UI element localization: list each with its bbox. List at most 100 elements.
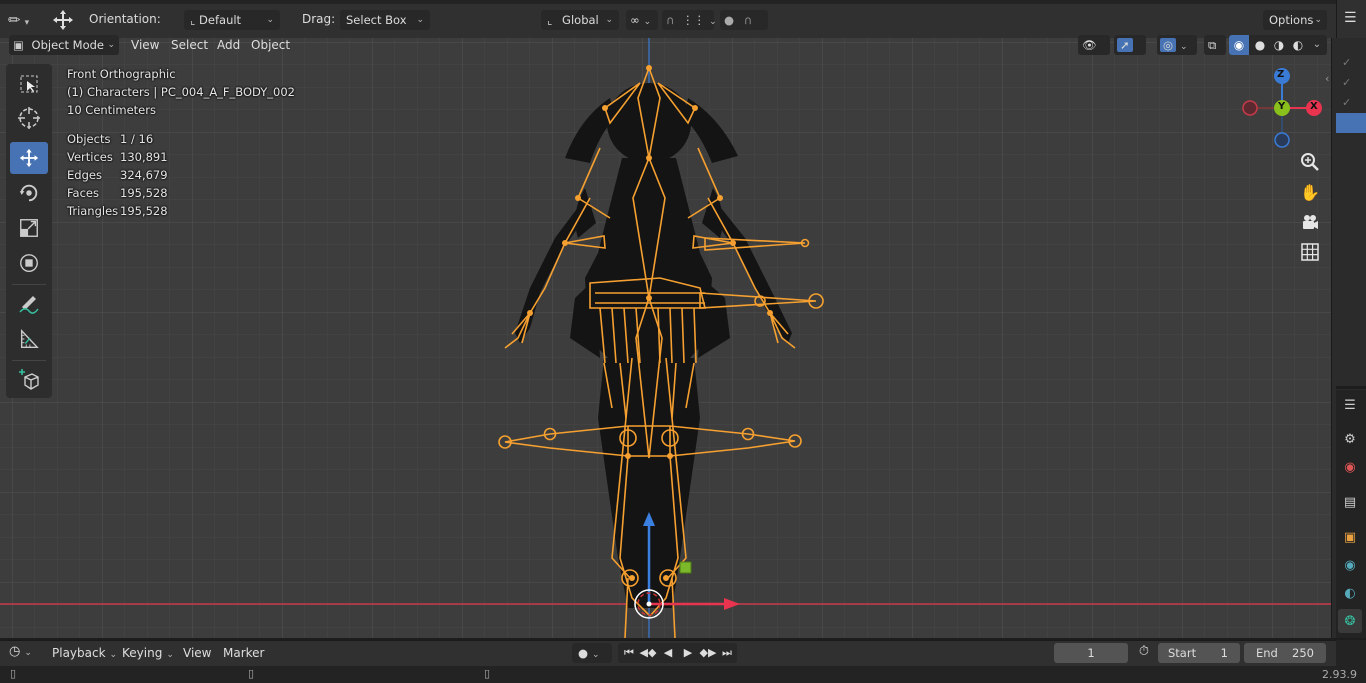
collection-icon[interactable]: ▤: [1338, 490, 1362, 514]
jump-end-icon[interactable]: ⏭: [718, 643, 736, 663]
cursor-tool[interactable]: [10, 102, 48, 134]
scale-icon: [20, 219, 38, 237]
rotate-tool[interactable]: [10, 177, 48, 209]
timeline-playback-menu[interactable]: Playback ⌄: [46, 642, 123, 666]
gizmo-toggle[interactable]: ➚: [1114, 35, 1146, 55]
outliner-selected-row[interactable]: [1336, 113, 1366, 133]
move-icon[interactable]: [50, 7, 76, 33]
stat-faces-value: 195,528: [120, 186, 168, 200]
outliner-filter-icon[interactable]: ☰: [1344, 10, 1357, 26]
camera-icon[interactable]: [1296, 208, 1324, 236]
stat-vertices-label: Vertices: [67, 150, 113, 164]
stat-triangles-label: Triangles: [67, 204, 119, 218]
physics-icon[interactable]: ◐: [1338, 581, 1362, 605]
wireframe-shading-icon[interactable]: ◉: [1229, 35, 1249, 55]
status-bar: [0, 666, 1366, 683]
drag-dropdown[interactable]: Select Box ⌄: [340, 10, 430, 30]
zoom-icon[interactable]: [1296, 148, 1324, 176]
editor-type-icon[interactable]: ✏ ▾: [8, 9, 40, 31]
record-icon: ●: [578, 646, 589, 660]
view-name: Front Orthographic: [67, 67, 176, 81]
chevron-down-icon: ⌄: [166, 650, 174, 660]
solid-shading-icon[interactable]: ●: [1250, 35, 1270, 55]
hand-icon[interactable]: ✋: [1296, 178, 1324, 206]
outliner-expand-icon[interactable]: ‹: [1325, 72, 1329, 85]
select-box-tool[interactable]: [10, 68, 48, 100]
version-label: 2.93.9: [1322, 668, 1357, 681]
global-axis-icon: ⌞: [547, 13, 553, 27]
jump-start-icon[interactable]: ⏮: [620, 643, 638, 663]
transform-orientation-dropdown[interactable]: ⌞ Global ⌄: [541, 10, 619, 30]
move-tool[interactable]: [10, 142, 48, 174]
overlay-icon: ◎: [1160, 38, 1177, 52]
mouse-middle-icon: ▯: [248, 667, 255, 680]
eye-icon: 👁: [1082, 38, 1097, 52]
mouse-left-icon: ▯: [10, 667, 17, 680]
material-shading-icon[interactable]: ◑: [1269, 35, 1289, 55]
proportional-edit-dropdown[interactable]: ● ∩: [720, 10, 768, 30]
pivot-point-dropdown[interactable]: ∞ ⌄: [626, 10, 658, 30]
timeline-keying-menu[interactable]: Keying ⌄: [116, 642, 180, 666]
next-keyframe-icon[interactable]: ◆▶: [698, 643, 718, 663]
shading-options-icon[interactable]: ⌄: [1308, 35, 1326, 55]
overlay-toggle[interactable]: ◎ ⌄: [1157, 35, 1197, 55]
outliner-row-icon[interactable]: ✓: [1342, 76, 1351, 89]
menu-add[interactable]: Add: [211, 34, 246, 56]
orientation-dropdown[interactable]: ⌞ Default ⌄: [184, 10, 280, 30]
transform-icon: [20, 254, 38, 272]
snapping-dropdown[interactable]: ∩ ⋮⋮ ⌄: [662, 10, 717, 30]
gizmo-y-label: Y: [1278, 101, 1286, 112]
chevron-down-icon: ⌄: [1180, 42, 1188, 52]
outliner-row-icon[interactable]: ✓: [1342, 96, 1351, 109]
xray-toggle[interactable]: ⧉: [1204, 35, 1226, 55]
modifier-icon[interactable]: ◉: [1338, 553, 1362, 577]
outliner-row-icon[interactable]: ✓: [1342, 56, 1351, 69]
annotate-tool[interactable]: [10, 288, 48, 320]
snap-target-icon: ⋮⋮: [682, 13, 706, 27]
stat-vertices-value: 130,891: [120, 150, 168, 164]
object-icon[interactable]: ▣: [1338, 525, 1362, 549]
xray-icon: ⧉: [1208, 38, 1217, 52]
scale-tool[interactable]: [10, 212, 48, 244]
transform-tool[interactable]: [10, 247, 48, 279]
gizmo-z-label: Z: [1277, 69, 1285, 80]
mouse-right-icon: ▯: [484, 667, 491, 680]
stat-objects-label: Objects: [67, 132, 111, 146]
measure-icon: [20, 329, 39, 348]
current-frame-field[interactable]: 1: [1054, 643, 1128, 663]
gizmo-plane-handle: [679, 561, 692, 574]
timeline-marker-menu[interactable]: Marker: [217, 642, 270, 664]
visibility-dropdown[interactable]: 👁: [1078, 35, 1110, 55]
stopwatch-icon[interactable]: ⏱: [1134, 644, 1154, 662]
grid-icon[interactable]: [1296, 238, 1324, 266]
3d-viewport[interactable]: Front Orthographic (1) Characters | PC_0…: [0, 38, 1331, 638]
prev-keyframe-icon[interactable]: ◀◆: [638, 643, 658, 663]
orientation-icon: ⌞: [190, 13, 196, 27]
falloff-icon: ∩: [743, 13, 753, 27]
measure-tool[interactable]: [10, 323, 48, 355]
world-icon[interactable]: ◉: [1338, 455, 1362, 479]
options-dropdown[interactable]: Options ⌄: [1263, 10, 1327, 30]
timeline-editor-icon[interactable]: ◷ ⌄: [9, 644, 41, 662]
render-icon[interactable]: ⚙: [1338, 427, 1362, 451]
chevron-down-icon: ⌄: [605, 15, 613, 25]
timeline-view-menu[interactable]: View: [177, 642, 217, 664]
magnet-icon: ∩: [666, 13, 675, 27]
tool-settings-icon[interactable]: ☰: [1338, 393, 1362, 417]
add-cube-tool[interactable]: [10, 364, 48, 396]
menu-object[interactable]: Object: [245, 34, 296, 56]
rendered-shading-icon[interactable]: ◐: [1288, 35, 1308, 55]
mode-dropdown[interactable]: ▣ Object Mode ⌄: [9, 35, 119, 55]
play-icon[interactable]: ▶: [678, 643, 698, 663]
end-frame-field[interactable]: End 250: [1244, 643, 1326, 663]
gizmo-x-label: X: [1310, 101, 1318, 112]
stat-objects-value: 1 / 16: [120, 132, 154, 146]
play-reverse-icon[interactable]: ◀: [658, 643, 678, 663]
cursor-icon: [18, 107, 40, 129]
start-frame-field[interactable]: Start 1: [1158, 643, 1240, 663]
autokey-toggle[interactable]: ● ⌄: [572, 643, 612, 663]
annotate-icon: [19, 296, 39, 314]
armature-data-icon[interactable]: ❂: [1338, 609, 1362, 633]
menu-view[interactable]: View: [125, 34, 165, 56]
menu-select[interactable]: Select: [165, 34, 214, 56]
